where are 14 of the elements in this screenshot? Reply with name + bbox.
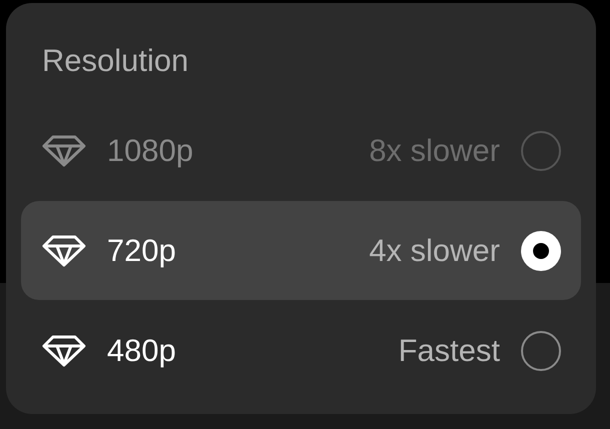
diamond-icon xyxy=(42,234,86,266)
radio-button[interactable] xyxy=(521,330,561,370)
speed-note: Fastest xyxy=(398,332,500,368)
diamond-icon xyxy=(42,134,86,166)
resolution-option[interactable]: 720p 4x slower xyxy=(21,201,581,300)
menu-title: Resolution xyxy=(42,42,188,80)
speed-note: 8x slower xyxy=(369,132,500,168)
diamond-icon xyxy=(42,334,86,366)
resolution-option[interactable]: 480p Fastest xyxy=(21,301,581,400)
option-label: 480p xyxy=(107,332,176,368)
speed-note: 4x slower xyxy=(369,232,500,268)
radio-button[interactable] xyxy=(521,230,561,270)
option-label: 720p xyxy=(107,232,176,268)
option-label: 1080p xyxy=(107,132,194,168)
